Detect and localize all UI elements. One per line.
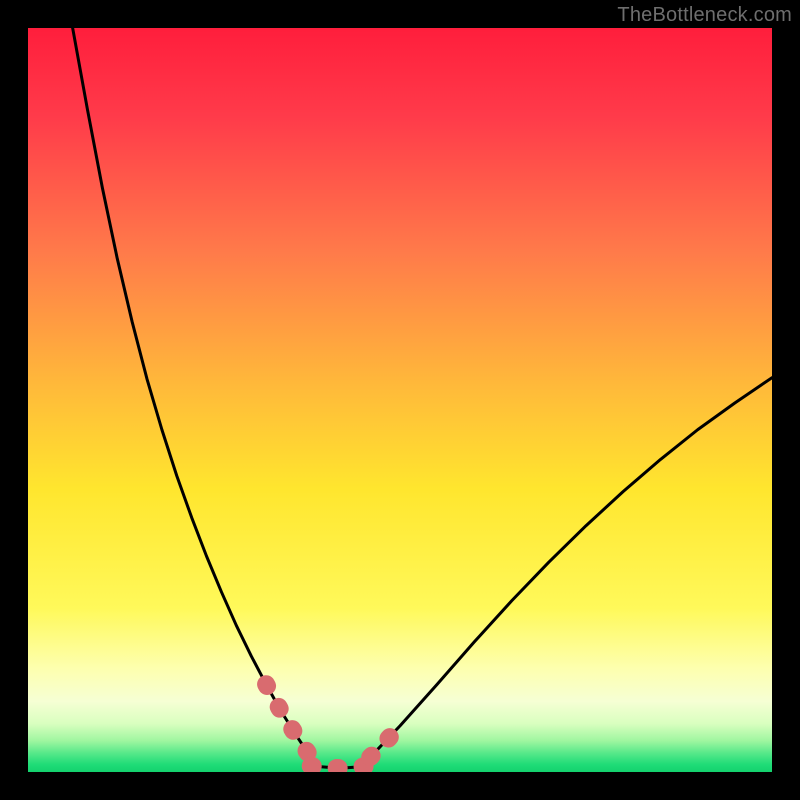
bottleneck-chart — [28, 28, 772, 772]
watermark-text: TheBottleneck.com — [617, 4, 792, 27]
gradient-bg — [28, 28, 772, 772]
chart-frame — [28, 28, 772, 772]
highlight-floor — [311, 766, 371, 768]
